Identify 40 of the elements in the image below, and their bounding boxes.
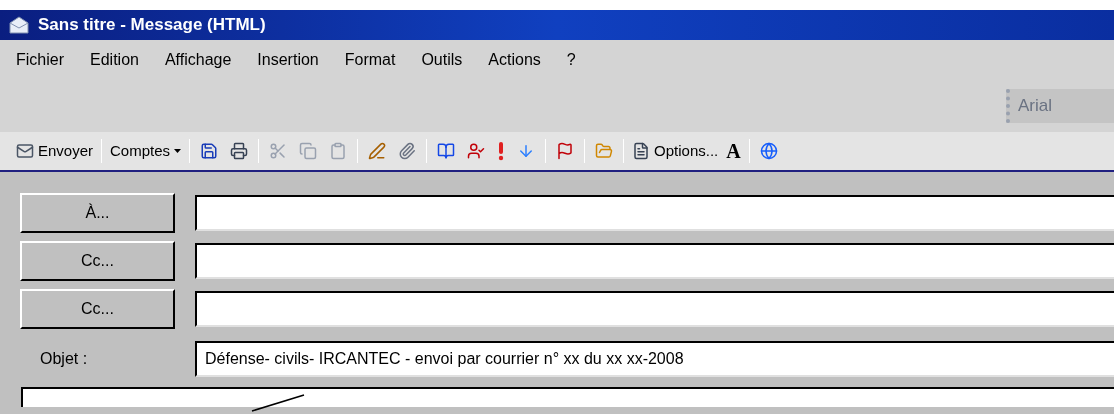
window-title: Sans titre - Message (HTML) xyxy=(38,14,266,37)
envelope-icon xyxy=(16,142,34,160)
menu-item[interactable]: Affichage xyxy=(164,48,232,72)
document-icon xyxy=(632,142,651,160)
subject-field[interactable]: Défense- civils- IRCANTEC - envoi par courrier n° xx du xx xx-2008 xyxy=(195,341,1114,377)
scissors-icon xyxy=(269,142,288,160)
address-field[interactable] xyxy=(195,291,1114,327)
menu-item[interactable]: Insertion xyxy=(257,48,319,72)
paperclip-icon xyxy=(398,142,417,160)
menu-item[interactable]: Format xyxy=(344,48,396,72)
address-button[interactable]: À... xyxy=(20,193,175,233)
toolbar-button[interactable]: Options... xyxy=(628,137,723,165)
save-icon xyxy=(200,142,219,160)
leader-line xyxy=(250,394,306,412)
subject-label: Objet : xyxy=(39,349,89,369)
accounts-dropdown[interactable]: Comptes xyxy=(106,137,186,165)
person-check-icon xyxy=(467,142,486,160)
toolbar-button[interactable]: Envoyer xyxy=(12,137,98,165)
envelope-icon xyxy=(8,15,30,35)
address-button[interactable]: Cc... xyxy=(20,241,175,281)
exclamation-icon xyxy=(497,141,506,161)
address-button[interactable]: Cc... xyxy=(20,289,175,329)
clipboard-icon xyxy=(329,142,348,160)
caret-icon xyxy=(174,149,182,153)
flag-icon xyxy=(556,142,575,160)
book-icon xyxy=(437,142,456,160)
menu-item[interactable]: ? xyxy=(566,48,576,72)
message-body[interactable] xyxy=(21,387,1114,407)
menu-item[interactable]: Outils xyxy=(421,48,463,72)
menu-item[interactable]: Fichier xyxy=(16,48,64,72)
pen-icon xyxy=(368,142,387,160)
address-field[interactable] xyxy=(195,243,1114,279)
menu-item[interactable]: Edition xyxy=(90,48,139,72)
globe-icon xyxy=(759,142,778,160)
font-size-button[interactable]: A xyxy=(722,137,745,165)
printer-icon xyxy=(230,142,249,160)
copy-icon xyxy=(299,142,318,160)
address-field[interactable] xyxy=(195,195,1114,231)
menu-item[interactable]: Actions xyxy=(488,48,541,72)
folder-icon xyxy=(595,142,614,160)
